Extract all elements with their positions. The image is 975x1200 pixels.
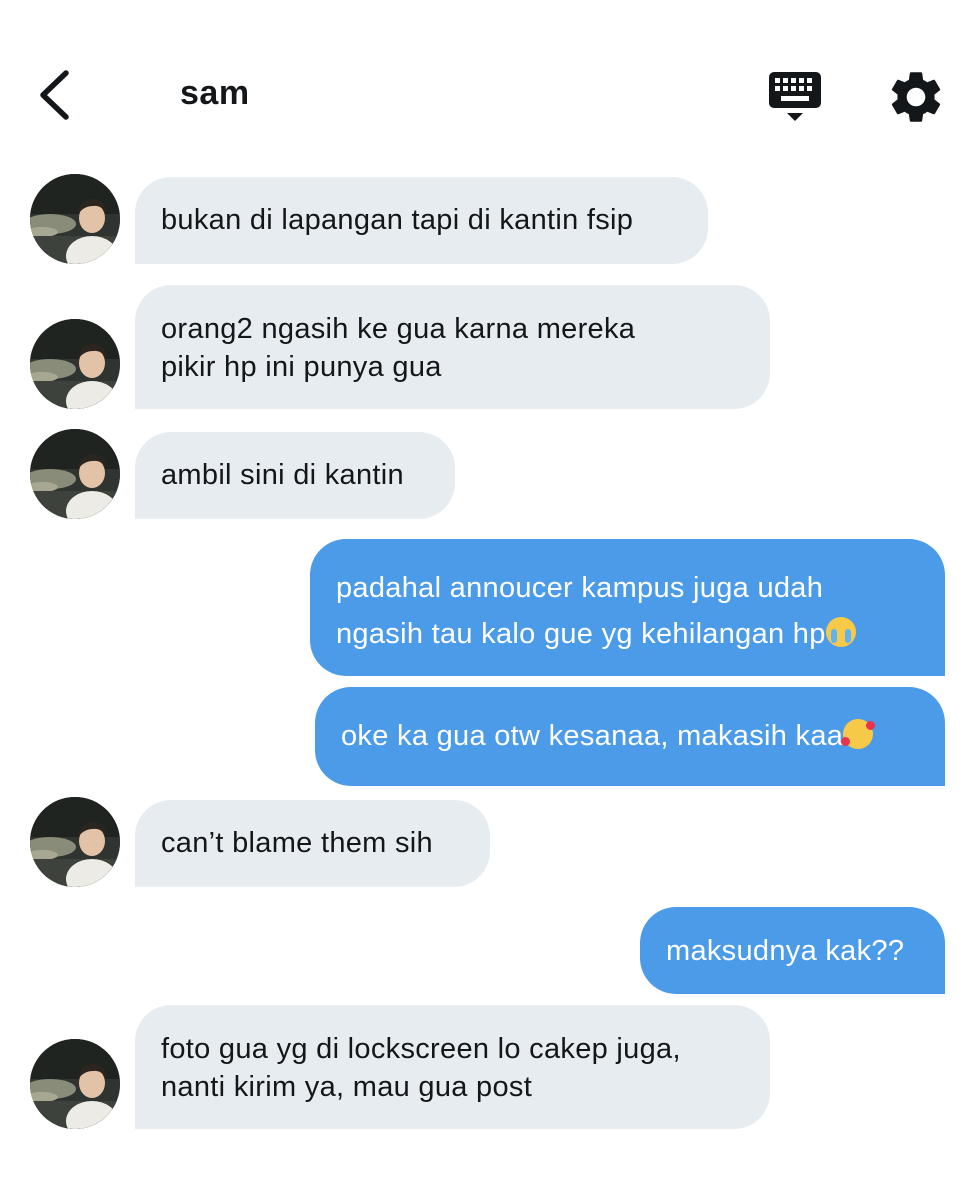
message-text: can’t blame them sih: [161, 827, 433, 859]
avatar[interactable]: [30, 429, 120, 519]
loudly-crying-face-icon: [825, 617, 856, 647]
smiling-face-with-hearts-icon: [841, 719, 876, 749]
keyboard-toggle-button[interactable]: [765, 68, 825, 128]
profile-photo: [30, 1039, 120, 1129]
message-bubble-incoming[interactable]: bukan di lapangan tapi di kantin fsip: [135, 177, 708, 264]
keyboard-icon: [769, 72, 821, 121]
avatar[interactable]: [30, 174, 120, 264]
message-text: maksudnya kak??: [666, 935, 905, 967]
profile-photo: [30, 174, 120, 264]
message-bubble-incoming[interactable]: orang2 ngasih ke gua karna mereka pikir …: [135, 285, 770, 409]
avatar[interactable]: [30, 319, 120, 409]
avatar[interactable]: [30, 797, 120, 887]
message-bubble-outgoing[interactable]: oke ka gua otw kesanaa, makasih kaa: [315, 687, 945, 786]
profile-photo: [30, 797, 120, 887]
message-text: bukan di lapangan tapi di kantin fsip: [161, 204, 634, 236]
message-text: ambil sini di kantin: [161, 459, 404, 491]
profile-photo: [30, 429, 120, 519]
message-text: foto gua yg di lockscreen lo cakep juga,: [161, 1033, 681, 1065]
message-bubble-incoming[interactable]: foto gua yg di lockscreen lo cakep juga,…: [135, 1005, 770, 1129]
avatar[interactable]: [30, 1039, 120, 1129]
chevron-left-icon: [40, 70, 69, 120]
message-text: padahal annoucer kampus juga udah: [336, 572, 824, 604]
message-bubble-incoming[interactable]: ambil sini di kantin: [135, 432, 455, 519]
message-text: ngasih tau kalo gue yg kehilangan hp: [336, 618, 826, 650]
message-text: orang2 ngasih ke gua karna mereka: [161, 313, 636, 345]
message-bubble-incoming[interactable]: can’t blame them sih: [135, 800, 490, 887]
profile-photo: [30, 319, 120, 409]
back-button[interactable]: [30, 60, 90, 130]
message-text: pikir hp ini punya gua: [161, 351, 442, 383]
chat-header: sam: [0, 0, 975, 175]
message-text: nanti kirim ya, mau gua post: [161, 1071, 533, 1103]
message-text: oke ka gua otw kesanaa, makasih kaa: [341, 720, 844, 752]
message-bubble-outgoing[interactable]: padahal annoucer kampus juga udah ngasih…: [310, 539, 945, 676]
conversation-title[interactable]: sam: [180, 74, 250, 113]
message-bubble-outgoing[interactable]: maksudnya kak??: [640, 907, 945, 994]
gear-icon: [891, 72, 941, 122]
settings-button[interactable]: [885, 66, 947, 128]
